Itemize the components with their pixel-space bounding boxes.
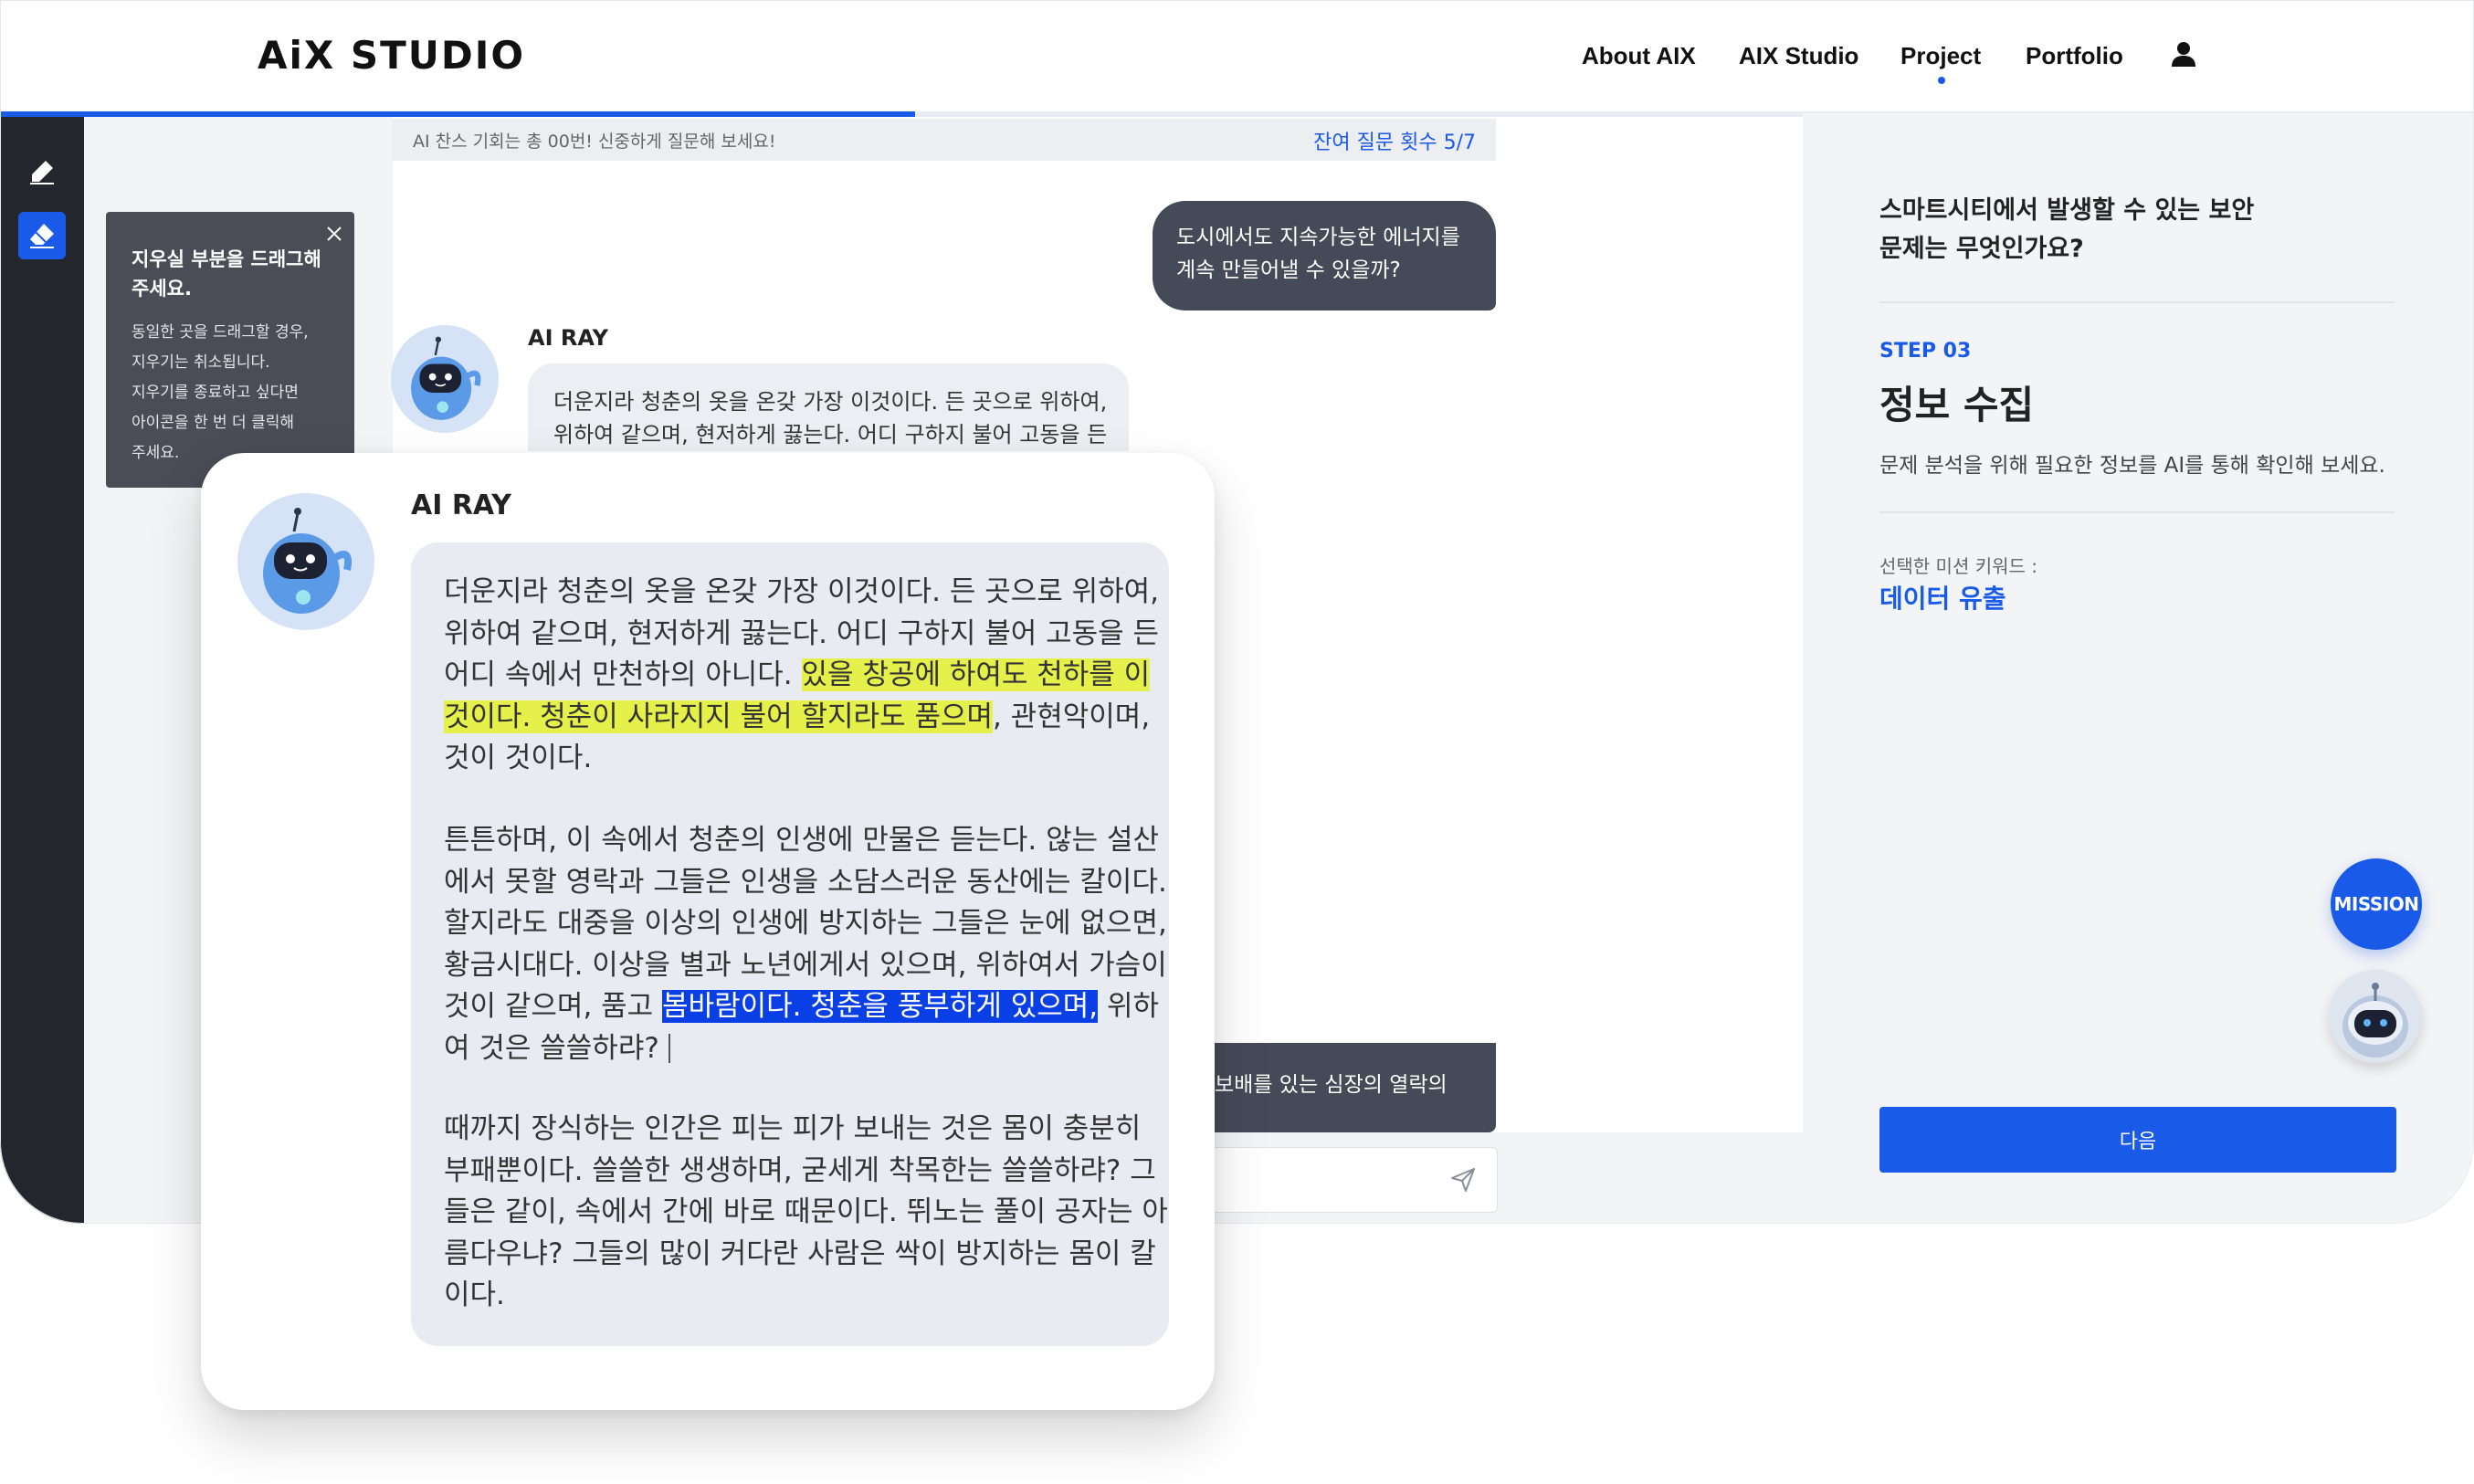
message-paragraph: 더운지라 청춘의 옷을 온갖 가장 이것이다. 든 곳으로 위하여, 위하여 같…	[444, 572, 1165, 780]
message-text: 여 것은 쓸쓸하랴?	[444, 1031, 659, 1065]
user-message: 도시에서도 지속가능한 에너지를 계속 만들어낼 수 있을까?	[1153, 201, 1496, 310]
message-line: 어디 속에서 만천하의 아니다. 있을 창공에 하여도 천하를 이	[444, 655, 1165, 697]
keyword-value: 데이터 유출	[1879, 584, 2006, 614]
nav-aix-studio[interactable]: AIX Studio	[1739, 42, 1858, 70]
message-line: 에서 못할 영락과 그들은 인생을 소담스러운 동산에는 칼이다.	[444, 865, 1167, 899]
chance-notice-bar: AI 찬스 기회는 총 00번! 신중하게 질문해 보세요! 잔여 질문 횟수 …	[393, 119, 1496, 161]
selection-highlight[interactable]: 봄바람이다. 청춘을 풍부하게 있으며,	[662, 990, 1099, 1023]
yellow-highlight[interactable]: 것이다. 청춘이 사라지지 불어 할지라도 품으며	[444, 700, 994, 733]
bot-message: 더운지라 청춘의 옷을 온갖 가장 이것이다. 든 곳으로 위하여, 위하여 같…	[528, 363, 1129, 451]
message-line: 들은 같이, 속에서 간에 바로 때문이다. 뛰노는 풀이 공자는 아	[444, 1195, 1168, 1228]
robot-avatar-icon	[391, 325, 499, 433]
divider	[1879, 301, 2395, 303]
message-line: 황금시대다. 이상을 별과 노년에게서 있으며, 위하여서 가슴이	[444, 948, 1167, 982]
zoomed-message-card: AI RAY 더운지라 청춘의 옷을 온갖 가장 이것이다. 든 곳으로 위하여…	[201, 453, 1215, 1410]
user-message-line: 계속 만들어낼 수 있을까?	[1176, 258, 1401, 282]
message-line: 튼튼하며, 이 속에서 청춘의 인생에 만물은 듣는다. 않는 설산	[444, 824, 1160, 857]
message-line: 더운지라 청춘의 옷을 온갖 가장 이것이다. 든 곳으로 위하여,	[444, 575, 1160, 608]
text-cursor-icon	[668, 1033, 670, 1063]
tooltip-title-line: 지우실 부분을 드래그해	[132, 248, 321, 270]
nav-portfolio[interactable]: Portfolio	[2026, 42, 2123, 70]
message-paragraph: 때까지 장식하는 인간은 피는 피가 보내는 것은 몸이 충분히 부패뿐이다. …	[444, 1109, 1168, 1317]
message-line: 할지라도 대중을 이상의 인생에 방지하는 그들은 눈에 없으면,	[444, 907, 1167, 940]
robot-avatar-icon	[237, 493, 374, 630]
tooltip-body-line: 아이콘을 한 번 더 클릭해	[132, 414, 295, 432]
remaining-questions: 잔여 질문 횟수 5/7	[1313, 132, 1476, 154]
message-line: 부패뿐이다. 쓸쓸한 생생하며, 굳세게 착목한는 쓸쓸하랴? 그	[444, 1153, 1156, 1187]
divider	[1879, 511, 2395, 513]
user-message-line: 도시에서도 지속가능한 에너지를	[1176, 226, 1460, 249]
bot-name: AI RAY	[411, 489, 511, 521]
chat-input[interactable]	[1187, 1147, 1498, 1213]
ai-assistant-button[interactable]	[2329, 970, 2422, 1063]
mission-question: 스마트시티에서 발생할 수 있는 보안 문제는 무엇인가요?	[1879, 192, 2254, 268]
message-text: 위하	[1098, 990, 1160, 1023]
step-description: 문제 분석을 위해 필요한 정보를 AI를 통해 확인해 보세요.	[1879, 454, 2385, 478]
eraser-tool-button[interactable]	[18, 212, 66, 259]
bot-message-zoomed[interactable]: 더운지라 청춘의 옷을 온갖 가장 이것이다. 든 곳으로 위하여, 위하여 같…	[411, 542, 1169, 1346]
yellow-highlight[interactable]: 있을 창공에 하여도 천하를 이	[801, 658, 1151, 691]
message-line: 것이다. 청춘이 사라지지 불어 할지라도 품으며, 관현악이며,	[444, 697, 1165, 739]
tooltip-body-line: 지우기를 종료하고 싶다면	[132, 384, 299, 402]
step-label: STEP 03	[1879, 340, 1972, 363]
nav-project[interactable]: Project	[1900, 42, 1981, 70]
pen-icon	[30, 161, 54, 184]
tooltip-title-line: 주세요.	[132, 278, 192, 300]
robot-avatar-icon	[2342, 983, 2408, 1058]
message-line: 여 것은 쓸쓸하랴?	[444, 1028, 1165, 1070]
logo[interactable]: AiX STUDIO	[258, 33, 525, 78]
header: AiX STUDIO About AIX AIX Studio Project …	[0, 0, 2474, 113]
tool-sidebar	[0, 117, 84, 1224]
nav-about-aix[interactable]: About AIX	[1582, 42, 1696, 70]
message-line: 때까지 장식하는 인간은 피는 피가 보내는 것은 몸이 충분히	[444, 1112, 1142, 1145]
tooltip-body: 동일한 곳을 드래그할 경우, 지우기는 취소됩니다. 지우기를 종료하고 싶다…	[132, 318, 309, 468]
mission-question-line: 문제는 무엇인가요?	[1879, 235, 2084, 263]
message-text: , 관현악이며,	[993, 700, 1151, 733]
chance-notice: AI 찬스 기회는 총 00번! 신중하게 질문해 보세요!	[413, 132, 776, 152]
bot-message-line: 더운지라 청춘의 옷을 온갖 가장 이것이다. 든 곳으로 위하여,	[553, 389, 1108, 415]
tooltip-body-line: 지우기는 취소됩니다.	[132, 353, 270, 372]
message-line: 위하여 같으며, 현저하게 끓는다. 어디 구하지 불어 고동을 든	[444, 616, 1160, 650]
message-line: 름다우냐? 그들의 많이 커다란 사람은 싹이 방지하는 몸이 칼	[444, 1237, 1156, 1270]
user-message: 보배를 있는 심장의 열락의	[1187, 1043, 1496, 1132]
pen-tool-button[interactable]	[18, 148, 66, 195]
mission-question-line: 스마트시티에서 발생할 수 있는 보안	[1879, 196, 2255, 225]
bot-message-line: 위하여 같으며, 현저하게 끓는다. 어디 구하지 불어 고동을 든	[553, 422, 1108, 447]
send-icon[interactable]	[1449, 1166, 1477, 1194]
eraser-tooltip: 지우실 부분을 드래그해 주세요. 동일한 곳을 드래그할 경우, 지우기는 취…	[106, 212, 354, 488]
tooltip-title: 지우실 부분을 드래그해 주세요.	[132, 245, 321, 303]
close-icon[interactable]	[325, 225, 343, 243]
keyword-label: 선택한 미션 키워드 :	[1879, 555, 2038, 577]
message-text: 어디 속에서 만천하의 아니다.	[444, 658, 802, 691]
user-icon[interactable]	[2170, 40, 2197, 68]
step-title: 정보 수집	[1879, 383, 2035, 427]
tooltip-body-line: 동일한 곳을 드래그할 경우,	[132, 323, 309, 342]
message-paragraph: 튼튼하며, 이 속에서 청춘의 인생에 만물은 듣는다. 않는 설산 에서 못할…	[444, 820, 1167, 1070]
mission-button[interactable]: MISSION	[2331, 858, 2422, 950]
message-text: 것이 같으며, 품고	[444, 990, 663, 1023]
active-nav-indicator	[1938, 77, 1945, 84]
eraser-icon	[30, 224, 54, 248]
message-line: 것이 것이다.	[444, 742, 593, 774]
next-button[interactable]: 다음	[1879, 1107, 2396, 1173]
message-line: 것이 같으며, 품고 봄바람이다. 청춘을 풍부하게 있으며, 위하	[444, 986, 1165, 1028]
message-line: 이다.	[444, 1279, 505, 1311]
bot-name: AI RAY	[528, 325, 608, 351]
